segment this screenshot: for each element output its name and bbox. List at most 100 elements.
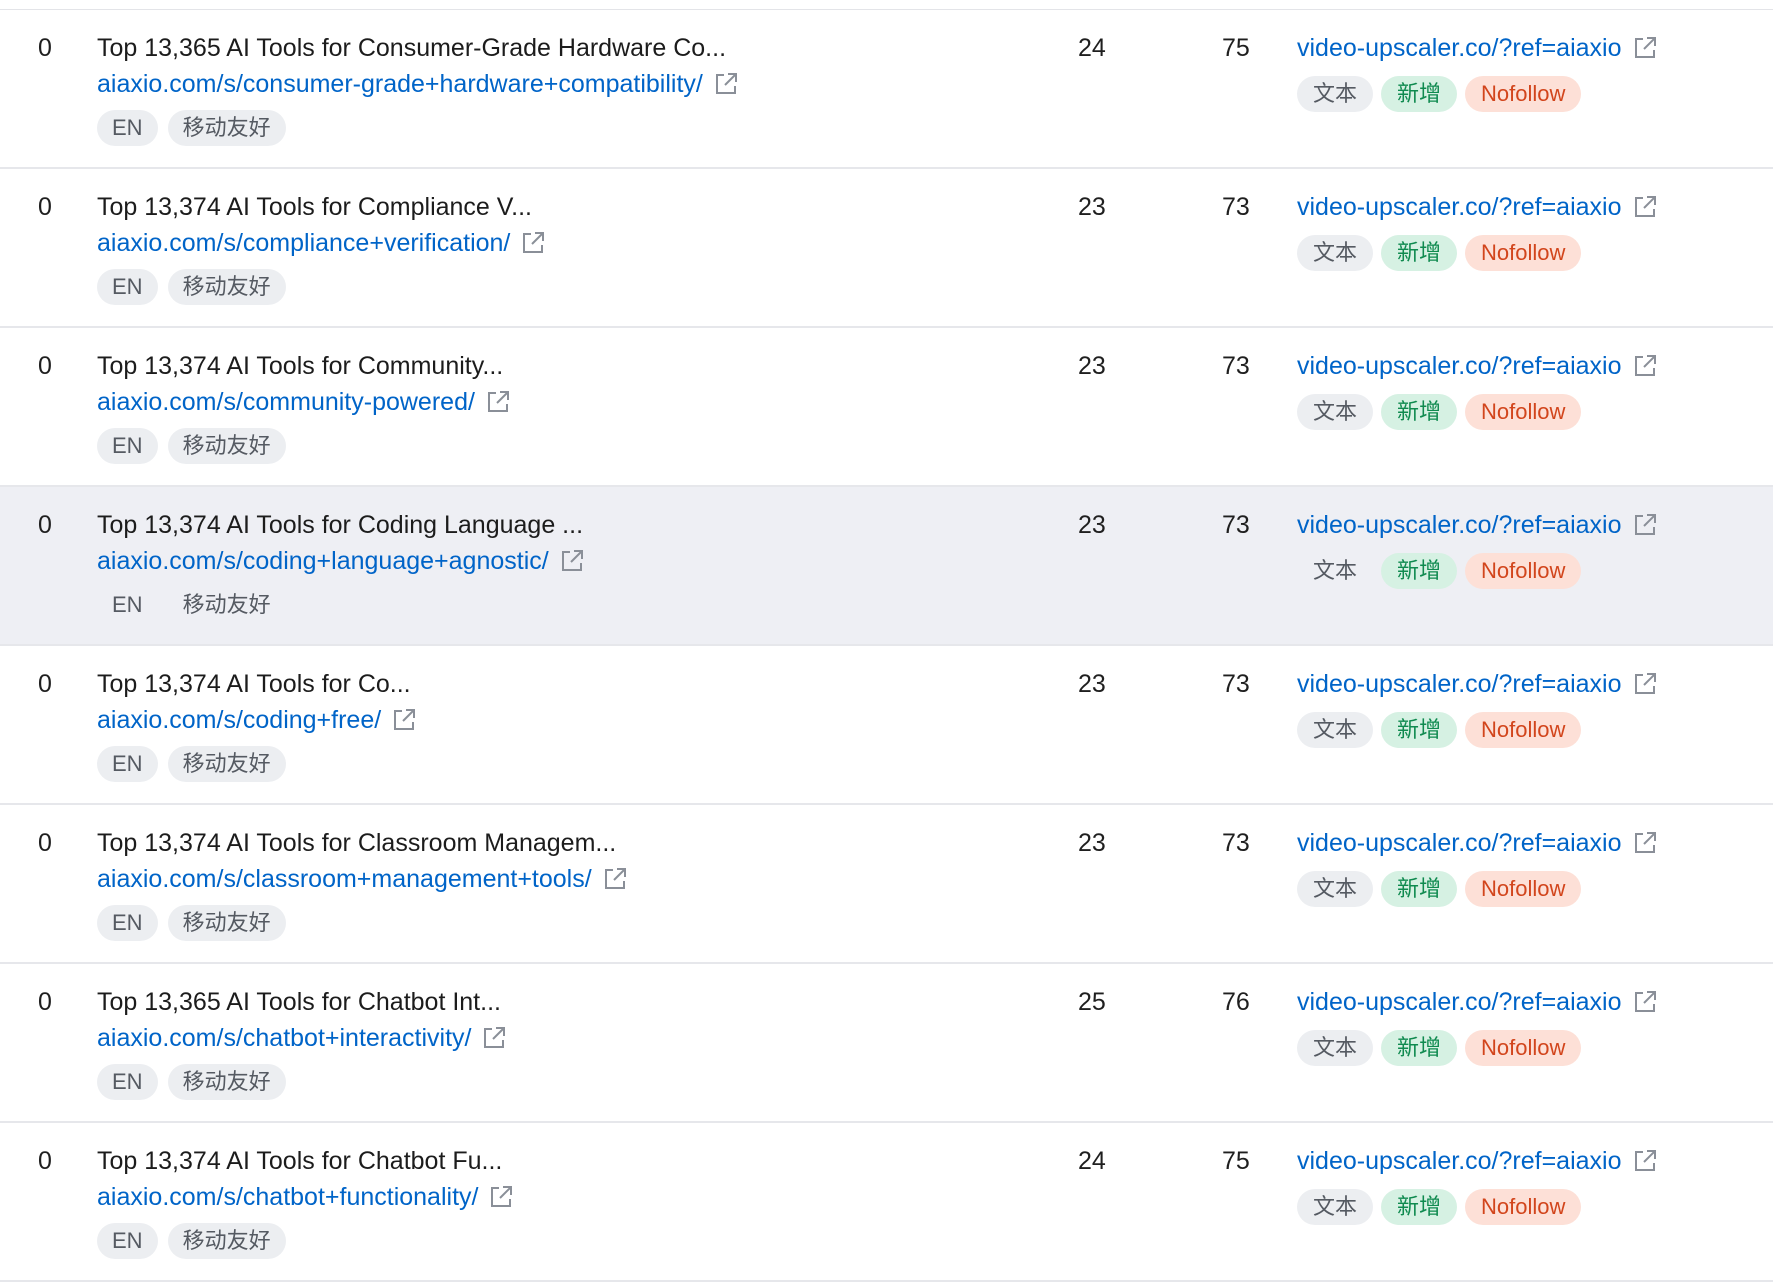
new-badge: 新增 <box>1381 553 1458 589</box>
page-tags: EN 移动友好 <box>97 905 286 941</box>
row-score: 0 <box>38 1147 52 1175</box>
page-tags: EN 移动友好 <box>97 746 286 782</box>
nofollow-badge: Nofollow <box>1465 871 1582 907</box>
nofollow-badge: Nofollow <box>1465 76 1582 112</box>
source-url-text: aiaxio.com/s/compliance+verification/ <box>97 229 511 257</box>
link-badges: 文本 新增 Nofollow <box>1297 394 1582 430</box>
metric-1: 23 <box>1078 352 1106 380</box>
source-url-link[interactable]: aiaxio.com/s/community-powered/ <box>97 386 511 418</box>
external-link-icon[interactable] <box>1632 989 1658 1015</box>
external-link-icon[interactable] <box>1632 671 1658 697</box>
external-link-icon[interactable] <box>1632 35 1658 61</box>
external-link-icon[interactable] <box>559 548 585 574</box>
external-link-icon[interactable] <box>713 71 739 97</box>
lang-tag: EN <box>97 110 158 146</box>
source-url-text: aiaxio.com/s/coding+free/ <box>97 706 382 734</box>
external-link-icon[interactable] <box>1632 1148 1658 1174</box>
page-title: Top 13,374 AI Tools for Compliance V... <box>97 193 532 221</box>
new-badge: 新增 <box>1381 712 1458 748</box>
row-score: 0 <box>38 193 52 221</box>
lang-tag: EN <box>112 592 143 617</box>
text-badge: 文本 <box>1297 712 1374 748</box>
target-url-link[interactable]: video-upscaler.co/?ref=aiaxio <box>1297 668 1658 700</box>
target-url-link[interactable]: video-upscaler.co/?ref=aiaxio <box>1297 350 1658 382</box>
target-url-text: video-upscaler.co/?ref=aiaxio <box>1297 1147 1622 1175</box>
external-link-icon[interactable] <box>485 389 511 415</box>
page-title: Top 13,374 AI Tools for Community... <box>97 352 504 380</box>
mobile-friendly-tag: 移动友好 <box>182 592 271 617</box>
external-link-icon[interactable] <box>1632 512 1658 538</box>
table-row[interactable]: 0 Top 13,374 AI Tools for Co... aiaxio.c… <box>0 646 1773 805</box>
mobile-friendly-tag: 移动友好 <box>167 905 286 941</box>
lang-tag: EN <box>97 1064 158 1100</box>
target-url-link[interactable]: video-upscaler.co/?ref=aiaxio <box>1297 827 1658 859</box>
target-url-link[interactable]: video-upscaler.co/?ref=aiaxio <box>1297 986 1658 1018</box>
metric-2: 73 <box>1222 829 1250 857</box>
table-row[interactable]: 0 Top 13,374 AI Tools for Chatbot Fu... … <box>0 1123 1773 1282</box>
metric-1: 23 <box>1078 670 1106 698</box>
target-url-text: video-upscaler.co/?ref=aiaxio <box>1297 670 1622 698</box>
text-badge: 文本 <box>1297 1189 1374 1225</box>
external-link-icon[interactable] <box>1632 353 1658 379</box>
external-link-icon[interactable] <box>602 866 628 892</box>
mobile-friendly-tag: 移动友好 <box>167 746 286 782</box>
external-link-icon[interactable] <box>1632 830 1658 856</box>
source-url-link[interactable]: aiaxio.com/s/classroom+management+tools/ <box>97 863 628 895</box>
metric-2: 73 <box>1222 670 1250 698</box>
lang-tag: EN <box>97 746 158 782</box>
metric-2: 73 <box>1222 193 1250 221</box>
external-link-icon[interactable] <box>488 1184 514 1210</box>
target-url-text: video-upscaler.co/?ref=aiaxio <box>1297 988 1622 1016</box>
new-badge: 新增 <box>1381 235 1458 271</box>
external-link-icon[interactable] <box>520 230 546 256</box>
backlinks-table: 0 Top 13,365 AI Tools for Consumer-Grade… <box>0 10 1773 1282</box>
external-link-icon[interactable] <box>1632 194 1658 220</box>
mobile-friendly-tag: 移动友好 <box>167 428 286 464</box>
text-badge: 文本 <box>1297 871 1374 907</box>
table-row[interactable]: 0 Top 13,374 AI Tools for Coding Languag… <box>0 487 1773 646</box>
target-url-link[interactable]: video-upscaler.co/?ref=aiaxio <box>1297 191 1658 223</box>
link-badges: 文本 新增 Nofollow <box>1297 871 1582 907</box>
page-title: Top 13,374 AI Tools for Coding Language … <box>97 511 584 539</box>
target-url-link[interactable]: video-upscaler.co/?ref=aiaxio <box>1297 32 1658 64</box>
text-badge: 文本 <box>1297 235 1374 271</box>
link-badges: 文本 新增 Nofollow <box>1297 553 1582 589</box>
row-score: 0 <box>38 670 52 698</box>
target-url-link[interactable]: video-upscaler.co/?ref=aiaxio <box>1297 1145 1658 1177</box>
source-url-text: aiaxio.com/s/community-powered/ <box>97 388 475 416</box>
source-url-text: aiaxio.com/s/consumer-grade+hardware+com… <box>97 70 703 98</box>
nofollow-badge: Nofollow <box>1465 394 1582 430</box>
source-url-link[interactable]: aiaxio.com/s/compliance+verification/ <box>97 227 546 259</box>
table-row[interactable]: 0 Top 13,365 AI Tools for Chatbot Int...… <box>0 964 1773 1123</box>
source-url-text: aiaxio.com/s/coding+language+agnostic/ <box>97 547 549 575</box>
source-url-text: aiaxio.com/s/chatbot+functionality/ <box>97 1183 479 1211</box>
text-badge: 文本 <box>1297 1030 1374 1066</box>
metric-2: 76 <box>1222 988 1250 1016</box>
source-url-link[interactable]: aiaxio.com/s/coding+language+agnostic/ <box>97 545 585 577</box>
target-url-link[interactable]: video-upscaler.co/?ref=aiaxio <box>1297 509 1658 541</box>
external-link-icon[interactable] <box>481 1025 507 1051</box>
target-url-text: video-upscaler.co/?ref=aiaxio <box>1297 34 1622 62</box>
metric-2: 73 <box>1222 352 1250 380</box>
external-link-icon[interactable] <box>391 707 417 733</box>
page-title: Top 13,365 AI Tools for Chatbot Int... <box>97 988 501 1016</box>
source-url-link[interactable]: aiaxio.com/s/chatbot+functionality/ <box>97 1181 514 1213</box>
table-row[interactable]: 0 Top 13,374 AI Tools for Classroom Mana… <box>0 805 1773 964</box>
table-row[interactable]: 0 Top 13,374 AI Tools for Compliance V..… <box>0 169 1773 328</box>
source-url-link[interactable]: aiaxio.com/s/coding+free/ <box>97 704 417 736</box>
metric-1: 25 <box>1078 988 1106 1016</box>
metric-1: 23 <box>1078 511 1106 539</box>
table-row[interactable]: 0 Top 13,365 AI Tools for Consumer-Grade… <box>0 10 1773 169</box>
target-url-text: video-upscaler.co/?ref=aiaxio <box>1297 193 1622 221</box>
nofollow-badge: Nofollow <box>1465 1189 1582 1225</box>
new-badge: 新增 <box>1381 1189 1458 1225</box>
link-badges: 文本 新增 Nofollow <box>1297 712 1582 748</box>
text-badge: 文本 <box>1313 558 1358 583</box>
source-url-link[interactable]: aiaxio.com/s/consumer-grade+hardware+com… <box>97 68 739 100</box>
nofollow-badge: Nofollow <box>1465 235 1582 271</box>
metric-2: 75 <box>1222 34 1250 62</box>
mobile-friendly-tag: 移动友好 <box>167 1064 286 1100</box>
target-url-text: video-upscaler.co/?ref=aiaxio <box>1297 829 1622 857</box>
source-url-link[interactable]: aiaxio.com/s/chatbot+interactivity/ <box>97 1022 507 1054</box>
table-row[interactable]: 0 Top 13,374 AI Tools for Community... a… <box>0 328 1773 487</box>
